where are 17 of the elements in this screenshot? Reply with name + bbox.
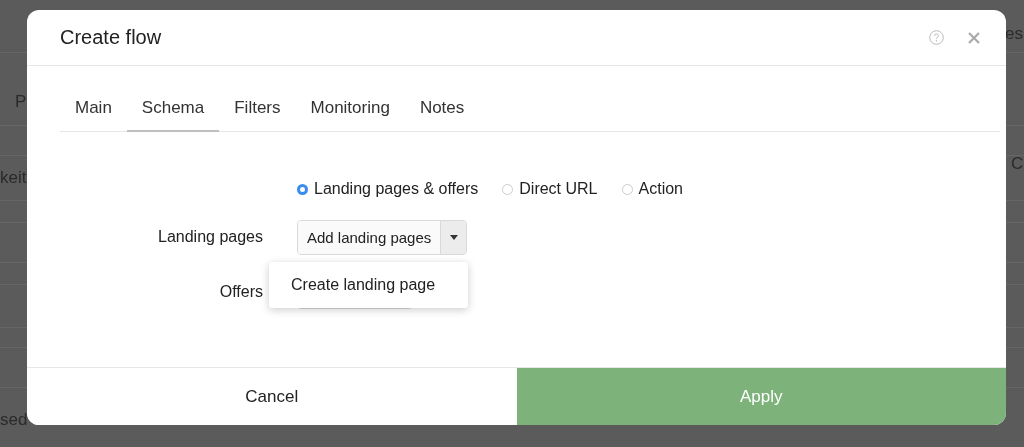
- tab[interactable]: Main: [60, 98, 127, 132]
- radio-option[interactable]: Direct URL: [502, 180, 598, 198]
- close-icon[interactable]: [968, 31, 980, 44]
- tab[interactable]: Monitoring: [295, 98, 405, 132]
- radio-option[interactable]: Action: [621, 180, 683, 198]
- radio-option[interactable]: Landing pages & offers: [297, 180, 479, 198]
- radio-icon[interactable]: [297, 183, 308, 195]
- dropdown-button[interactable]: Add landing pages: [297, 219, 468, 255]
- field-label: Offers: [219, 283, 263, 301]
- menu-item[interactable]: Create landing page: [269, 266, 468, 304]
- dialog-title: Create flow: [60, 26, 163, 49]
- caret-icon[interactable]: [440, 220, 467, 254]
- help-icon[interactable]: [929, 30, 944, 45]
- tab[interactable]: Schema: [126, 98, 220, 132]
- tab[interactable]: Notes: [404, 98, 480, 132]
- field-label: Landing pages: [158, 228, 263, 246]
- tab[interactable]: Filters: [219, 98, 296, 132]
